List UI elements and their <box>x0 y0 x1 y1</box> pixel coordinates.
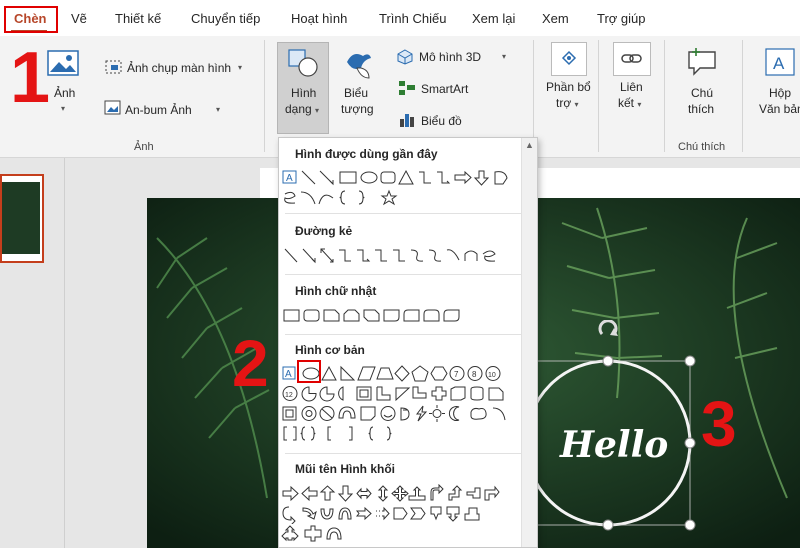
annotation-step-3: 3 <box>701 388 737 460</box>
svg-text:12: 12 <box>285 392 293 399</box>
tab-help[interactable]: Trợ giúp <box>597 11 646 26</box>
section-basic-shapes: Hình cơ bản <box>295 343 365 357</box>
rectangle-shapes-icons[interactable] <box>281 306 521 326</box>
textbox-label-2[interactable]: Văn bản <box>759 102 800 116</box>
basic-shapes-row-4[interactable] <box>281 424 521 444</box>
scroll-up-icon[interactable]: ▲ <box>525 140 534 150</box>
svg-text:A: A <box>285 369 292 380</box>
3d-model-icon[interactable] <box>397 49 413 65</box>
svg-text:A: A <box>773 54 785 73</box>
recent-shapes-row-2[interactable] <box>281 188 521 208</box>
svg-text:7: 7 <box>454 370 459 379</box>
ribbon-tab-bar: Chèn Vẽ Thiết kế Chuyển tiếp Hoạt hình T… <box>0 0 800 36</box>
screenshot-icon[interactable] <box>105 58 123 76</box>
shapes-icon <box>288 49 318 77</box>
addins-icon <box>561 50 577 66</box>
picture-label[interactable]: Ảnh <box>54 86 75 100</box>
shapes-label-2: dạng ▾ <box>285 102 320 116</box>
comment-icon[interactable] <box>686 46 718 78</box>
chevron-down-icon[interactable]: ▾ <box>216 105 220 114</box>
shapes-label-1: Hình <box>291 86 317 100</box>
section-lines: Đường kẻ <box>295 224 353 238</box>
basic-shapes-icons-3[interactable] <box>281 404 521 424</box>
photo-album-label[interactable]: An-bum Ảnh <box>125 103 192 117</box>
tab-review[interactable]: Xem lại <box>472 11 515 26</box>
shapes-gallery-dropdown[interactable]: ▲ Hình được dùng gần đây A Đường kẻ Hình… <box>278 137 538 548</box>
block-arrow-icons-3[interactable] <box>281 524 521 544</box>
tab-design[interactable]: Thiết kế <box>115 11 161 26</box>
slide-hello-text[interactable]: Hello <box>560 424 668 466</box>
chevron-down-icon[interactable]: ▾ <box>238 63 242 72</box>
recent-shapes-icons-2[interactable] <box>281 188 521 208</box>
tab-draw[interactable]: Vẽ <box>71 11 87 26</box>
icons-label-2[interactable]: tượng <box>341 102 374 116</box>
chevron-down-icon[interactable]: ▾ <box>502 52 506 61</box>
group-label-images: Ảnh <box>134 141 154 153</box>
svg-text:8: 8 <box>472 370 477 379</box>
textbox-icon[interactable]: A <box>765 48 795 76</box>
highlight-insert-tab <box>4 6 58 33</box>
basic-shapes-icons-2[interactable]: 12 <box>281 384 521 404</box>
icons-label-1[interactable]: Biểu <box>344 86 368 100</box>
highlight-oval-shape <box>297 360 321 383</box>
textbox-label-1[interactable]: Hộp <box>769 86 791 100</box>
addins-label-2[interactable]: trợ ▾ <box>556 96 579 110</box>
tab-slideshow[interactable]: Trình Chiếu <box>379 11 446 26</box>
gallery-divider <box>285 274 521 275</box>
tab-transitions[interactable]: Chuyển tiếp <box>191 11 260 26</box>
tab-view[interactable]: Xem <box>542 11 569 26</box>
line-shapes-icons[interactable] <box>281 246 521 266</box>
addins-label-1[interactable]: Phần bổ <box>546 80 591 94</box>
group-separator <box>533 40 534 152</box>
block-arrows-row-2[interactable] <box>281 504 521 524</box>
link-label-1[interactable]: Liên <box>620 80 643 94</box>
slide-thumbnail-image <box>2 182 40 254</box>
annotation-step-1: 1 <box>10 38 51 118</box>
tab-animations[interactable]: Hoạt hình <box>291 11 347 26</box>
gallery-divider <box>285 213 521 214</box>
svg-text:A: A <box>286 173 293 184</box>
chart-icon[interactable] <box>398 112 416 128</box>
link-label-2[interactable]: kết ▾ <box>618 96 641 110</box>
basic-shapes-icons-4[interactable] <box>281 424 521 444</box>
chart-label[interactable]: Biểu đồ <box>421 114 462 128</box>
block-arrows-row-1[interactable] <box>281 484 521 504</box>
3d-model-label[interactable]: Mô hình 3D <box>419 50 481 64</box>
block-arrows-row-3[interactable] <box>281 524 521 544</box>
section-rectangles: Hình chữ nhật <box>295 284 377 298</box>
chevron-down-icon[interactable]: ▾ <box>61 104 65 113</box>
rectangles-row[interactable] <box>281 306 521 326</box>
section-block-arrows: Mũi tên Hình khối <box>295 462 395 476</box>
group-separator <box>742 40 743 152</box>
comment-label-2[interactable]: thích <box>688 102 714 116</box>
comment-label-1[interactable]: Chú <box>691 86 713 100</box>
group-label-comments: Chú thích <box>678 141 726 153</box>
lines-row[interactable] <box>281 246 521 266</box>
basic-shapes-row-2[interactable]: 12 <box>281 384 521 404</box>
block-arrow-icons-1[interactable] <box>281 484 521 504</box>
smartart-label[interactable]: SmartArt <box>421 82 468 96</box>
gallery-divider <box>285 334 521 335</box>
gallery-divider <box>285 453 521 454</box>
basic-shapes-row-3[interactable] <box>281 404 521 424</box>
photo-album-icon[interactable] <box>104 100 122 116</box>
group-separator <box>664 40 665 152</box>
screenshot-label[interactable]: Ảnh chụp màn hình <box>127 61 231 75</box>
picture-icon[interactable] <box>47 50 79 78</box>
annotation-step-2: 2 <box>232 326 269 400</box>
svg-text:10: 10 <box>488 372 496 379</box>
group-separator <box>264 40 265 152</box>
recent-shapes-row-1[interactable]: A <box>281 168 521 188</box>
link-icon <box>621 54 642 63</box>
icons-icon[interactable] <box>343 48 373 80</box>
section-recent-shapes: Hình được dùng gần đây <box>295 147 438 161</box>
smartart-icon[interactable] <box>398 80 416 96</box>
block-arrow-icons-2[interactable] <box>281 504 521 524</box>
slide-thumbnail[interactable] <box>0 174 44 263</box>
gallery-scrollbar[interactable]: ▲ <box>521 138 537 547</box>
recent-shapes-icons[interactable]: A <box>281 168 521 188</box>
group-separator <box>598 40 599 152</box>
